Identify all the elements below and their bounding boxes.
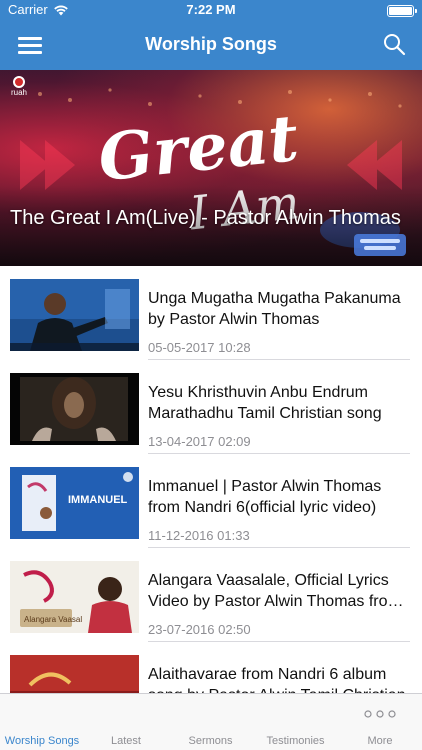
video-date: 23-07-2016 02:50	[148, 622, 251, 637]
video-date: 05-05-2017 10:28	[148, 340, 251, 355]
video-title: Alaithavarae from Nandri 6 album song by…	[148, 666, 406, 693]
tab-worship-songs[interactable]: Worship Songs	[0, 694, 84, 750]
tab-label: More	[367, 735, 393, 747]
video-thumbnail	[10, 373, 139, 445]
thumbnail-text: IMMANUEL	[68, 494, 128, 506]
tab-bar: Worship Songs Latest Sermons Testimonies…	[0, 693, 422, 750]
tab-sermons[interactable]: Sermons	[168, 694, 253, 750]
video-row[interactable]: IMMANUEL Immanuel | Pastor Alwin Thomas …	[0, 454, 422, 548]
video-thumbnail	[10, 279, 139, 351]
status-bar: Carrier 7:22 PM	[0, 0, 422, 20]
tab-label: Testimonies	[266, 735, 325, 747]
tab-more[interactable]: More	[338, 694, 422, 750]
video-row[interactable]: Yesu Khristhuvin Anbu Endrum Marathadhu …	[0, 360, 422, 454]
status-time: 7:22 PM	[186, 2, 236, 17]
ruah-logo: ruah	[6, 76, 32, 98]
featured-video-title: The Great I Am(Live) - Pastor Alwin Thom…	[10, 207, 401, 229]
video-date: 11-12-2016 01:33	[148, 528, 250, 543]
featured-video-banner[interactable]: ruah Great I Am The Great I Am(Live) - P…	[0, 70, 422, 266]
album-badge-icon	[354, 234, 406, 256]
nav-bar: Worship Songs	[0, 20, 422, 70]
thumbnail-text: Alangara Vaasal	[24, 615, 82, 624]
search-icon[interactable]	[382, 32, 406, 56]
app-header: Carrier 7:22 PM Worship Songs	[0, 0, 422, 70]
more-dots-icon	[364, 710, 396, 718]
video-list: Unga Mugatha Mugatha Pakanuma by Pastor …	[0, 266, 422, 693]
ruah-logo-text: ruah	[10, 88, 27, 97]
video-title: Yesu Khristhuvin Anbu Endrum Marathadhu …	[148, 384, 382, 422]
tab-latest[interactable]: Latest	[84, 694, 168, 750]
video-row[interactable]: Alangara Vaasal Alangara Vaasalale, Offi…	[0, 548, 422, 642]
page-title: Worship Songs	[145, 34, 277, 54]
video-thumbnail: IMMANUEL	[10, 467, 139, 539]
video-date: 13-04-2017 02:09	[148, 434, 251, 449]
tab-label: Sermons	[188, 735, 233, 747]
video-thumbnail	[10, 655, 139, 693]
tab-label: Worship Songs	[4, 735, 80, 747]
video-row[interactable]: Alaithavarae from Nandri 6 album song by…	[0, 642, 422, 693]
video-title: Immanuel | Pastor Alwin Thomas from Nand…	[148, 478, 382, 516]
tab-testimonies[interactable]: Testimonies	[253, 694, 338, 750]
video-row[interactable]: Unga Mugatha Mugatha Pakanuma by Pastor …	[0, 266, 422, 360]
battery-icon	[387, 5, 417, 17]
video-title: Alangara Vaasalale, Official Lyrics Vide…	[148, 572, 401, 610]
video-thumbnail: Alangara Vaasal	[10, 561, 139, 633]
tab-label: Latest	[111, 735, 141, 747]
video-title: Unga Mugatha Mugatha Pakanuma by Pastor …	[148, 290, 401, 328]
